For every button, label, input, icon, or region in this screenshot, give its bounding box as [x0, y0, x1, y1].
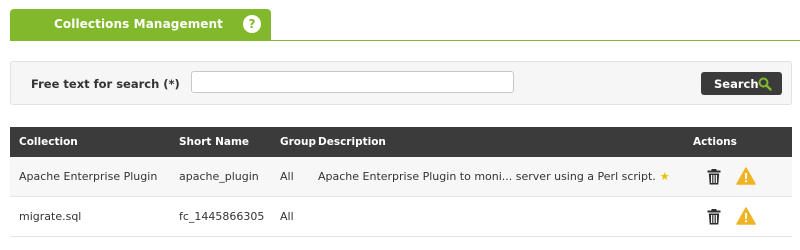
description-text: Apache Enterprise Plugin to moni... serv…: [318, 170, 656, 183]
cell-group: All: [280, 196, 318, 237]
collections-table: Collection Short Name Group Description …: [10, 127, 792, 237]
trash-icon[interactable]: [707, 209, 721, 225]
warning-triangle-icon[interactable]: [736, 167, 756, 185]
magnifier-icon: [758, 77, 772, 91]
column-header-short-name[interactable]: Short Name: [179, 127, 280, 157]
cell-collection[interactable]: migrate.sql: [10, 196, 179, 237]
tab-title: Collections Management: [54, 17, 224, 31]
table-header-row: Collection Short Name Group Description …: [10, 127, 792, 157]
star-icon: ★: [659, 170, 670, 183]
help-icon[interactable]: ?: [243, 15, 261, 33]
column-header-actions: Actions: [693, 127, 792, 157]
trash-icon[interactable]: [707, 169, 721, 185]
search-panel: Free text for search (*) Search: [10, 61, 792, 105]
tab-underline: [10, 40, 800, 41]
cell-description: Apache Enterprise Plugin to moni... serv…: [318, 157, 693, 197]
table-row: Apache Enterprise Plugin apache_plugin A…: [10, 157, 792, 197]
cell-short-name: fc_1445866305: [179, 196, 280, 237]
cell-description: [318, 196, 693, 237]
cell-actions: [693, 157, 792, 197]
column-header-collection[interactable]: Collection: [10, 127, 179, 157]
cell-actions: [693, 196, 792, 237]
cell-group: All: [280, 157, 318, 197]
search-label: Free text for search (*): [31, 77, 180, 91]
search-button[interactable]: Search: [701, 72, 782, 95]
search-button-label: Search: [714, 77, 759, 91]
cell-collection[interactable]: Apache Enterprise Plugin: [10, 157, 179, 197]
collections-tab[interactable]: Collections Management ?: [10, 9, 271, 40]
column-header-group[interactable]: Group: [280, 127, 318, 157]
column-header-description[interactable]: Description: [318, 127, 693, 157]
search-input[interactable]: [191, 71, 514, 93]
cell-short-name: apache_plugin: [179, 157, 280, 197]
warning-triangle-icon[interactable]: [736, 207, 756, 225]
table-row: migrate.sql fc_1445866305 All: [10, 196, 792, 237]
